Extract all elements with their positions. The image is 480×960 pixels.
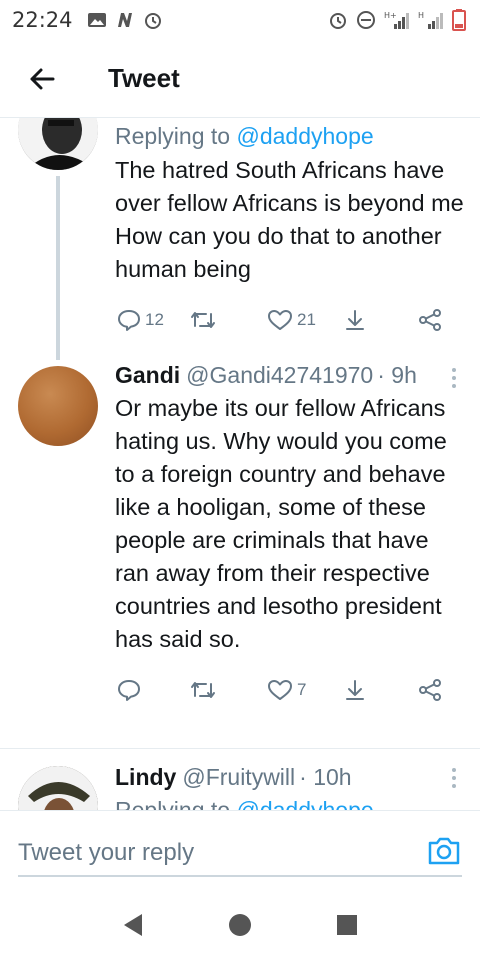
heart-icon xyxy=(268,310,292,330)
system-nav-bar xyxy=(0,890,480,960)
download-icon xyxy=(346,310,364,330)
download-icon xyxy=(346,680,364,700)
status-bar: 22:24 H+ H xyxy=(0,0,480,40)
arrow-left-icon xyxy=(30,68,55,89)
reply-count: 12 xyxy=(145,310,164,329)
tweet-3[interactable]: Lindy @Fruitywill · 10h Replying to @dad… xyxy=(0,760,480,810)
do-not-disturb-icon xyxy=(357,11,375,29)
divider xyxy=(0,748,480,749)
battery-low-icon xyxy=(452,9,466,31)
download-action[interactable] xyxy=(343,678,367,702)
tweet-time: · 10h xyxy=(299,764,352,790)
thread-line xyxy=(56,176,60,360)
like-action[interactable]: 7 xyxy=(267,678,306,702)
more-options-button[interactable] xyxy=(444,764,464,792)
author-name[interactable]: Lindy xyxy=(115,760,176,794)
share-action[interactable] xyxy=(417,678,443,702)
reply-action[interactable] xyxy=(117,678,141,702)
author-handle[interactable]: @Fruitywill xyxy=(182,760,295,794)
retweet-action[interactable] xyxy=(189,308,217,332)
reply-input[interactable] xyxy=(18,831,462,877)
retweet-action[interactable] xyxy=(189,678,217,702)
avatar[interactable] xyxy=(18,118,98,170)
page-title: Tweet xyxy=(108,63,180,93)
mention-link[interactable]: @daddyhope xyxy=(236,123,373,149)
n-badge-icon xyxy=(117,13,132,27)
reply-icon xyxy=(118,680,140,701)
heart-icon xyxy=(268,680,292,700)
replying-to-label: Replying to xyxy=(115,123,231,149)
download-action[interactable] xyxy=(343,308,367,332)
tweet-2[interactable]: Gandi @Gandi42741970 · 9h Or maybe its o… xyxy=(0,358,480,748)
replying-to: Replying to @daddyhope xyxy=(115,794,466,810)
tweet-feed[interactable]: Replying to @daddyhope The hatred South … xyxy=(0,118,480,810)
nav-back-button[interactable] xyxy=(113,905,153,945)
triangle-back-icon xyxy=(124,914,143,936)
avatar[interactable] xyxy=(18,766,98,810)
replying-to: Replying to @daddyhope xyxy=(115,120,466,152)
share-action[interactable] xyxy=(417,308,443,332)
image-icon xyxy=(87,13,106,27)
mention-link[interactable]: @daddyhope xyxy=(236,797,373,810)
app-header: Tweet xyxy=(0,40,480,118)
back-button[interactable] xyxy=(12,49,72,109)
share-icon xyxy=(419,309,441,331)
svg-text:H+: H+ xyxy=(384,11,397,20)
nav-recents-button[interactable] xyxy=(327,905,367,945)
circle-home-icon xyxy=(228,914,251,936)
replying-to-label: Replying to xyxy=(115,797,231,810)
avatar[interactable] xyxy=(18,366,98,446)
author-name[interactable]: Gandi xyxy=(115,358,180,392)
camera-icon[interactable] xyxy=(426,833,462,869)
nav-home-button[interactable] xyxy=(220,905,260,945)
signal-h-icon: H xyxy=(418,11,443,29)
like-action[interactable]: 21 xyxy=(267,308,316,332)
square-recents-icon xyxy=(336,915,357,935)
share-icon xyxy=(419,679,441,701)
status-time: 22:24 xyxy=(12,8,73,32)
tweet-actions: 7 xyxy=(115,670,466,710)
retweet-icon xyxy=(191,312,215,328)
svg-text:H: H xyxy=(418,11,424,20)
reply-icon xyxy=(118,310,140,331)
tweet-meta: Gandi @Gandi42741970 · 9h xyxy=(115,358,466,392)
like-count: 7 xyxy=(297,680,307,699)
tweet-1[interactable]: Replying to @daddyhope The hatred South … xyxy=(0,118,480,360)
author-handle[interactable]: @Gandi42741970 xyxy=(186,358,373,392)
tweet-actions: 12 21 xyxy=(115,300,466,340)
reply-action[interactable]: 12 xyxy=(117,308,164,332)
alarm-icon xyxy=(144,13,161,29)
tweet-time: · 9h xyxy=(377,362,417,388)
retweet-icon xyxy=(191,682,215,698)
tweet-text: Or maybe its our fellow Africans hating … xyxy=(115,395,447,652)
tweet-meta: Lindy @Fruitywill · 10h xyxy=(115,760,466,794)
alarm-icon xyxy=(330,13,346,29)
like-count: 21 xyxy=(297,310,316,329)
more-options-button[interactable] xyxy=(444,364,464,392)
signal-hplus-icon: H+ xyxy=(384,11,409,29)
tweet-text: The hatred South Africans have over fell… xyxy=(115,157,464,282)
reply-bar xyxy=(0,810,480,890)
